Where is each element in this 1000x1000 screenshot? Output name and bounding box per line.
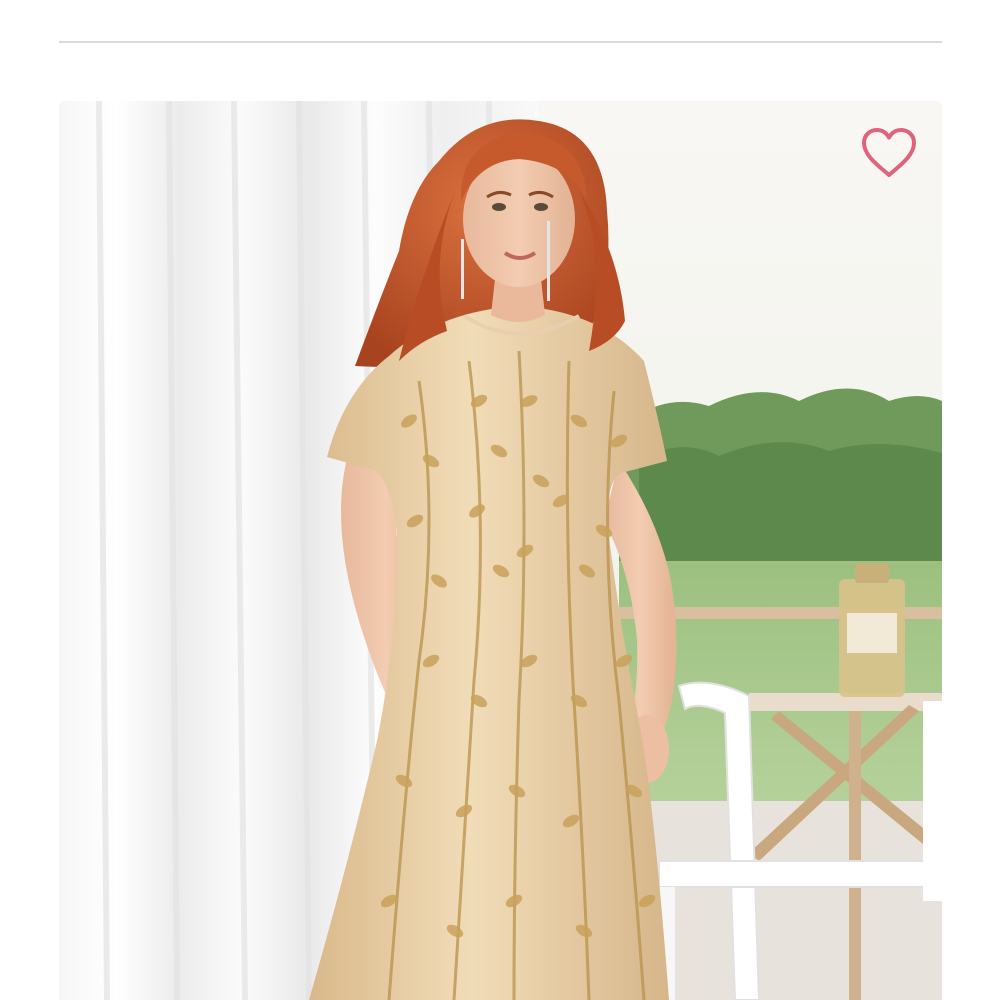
heart-outline-icon bbox=[862, 128, 916, 177]
product-image-card[interactable] bbox=[59, 101, 942, 1000]
top-divider bbox=[59, 41, 942, 43]
product-page bbox=[0, 0, 1000, 1000]
wishlist-button[interactable] bbox=[858, 125, 920, 181]
product-photo[interactable] bbox=[59, 101, 942, 1000]
